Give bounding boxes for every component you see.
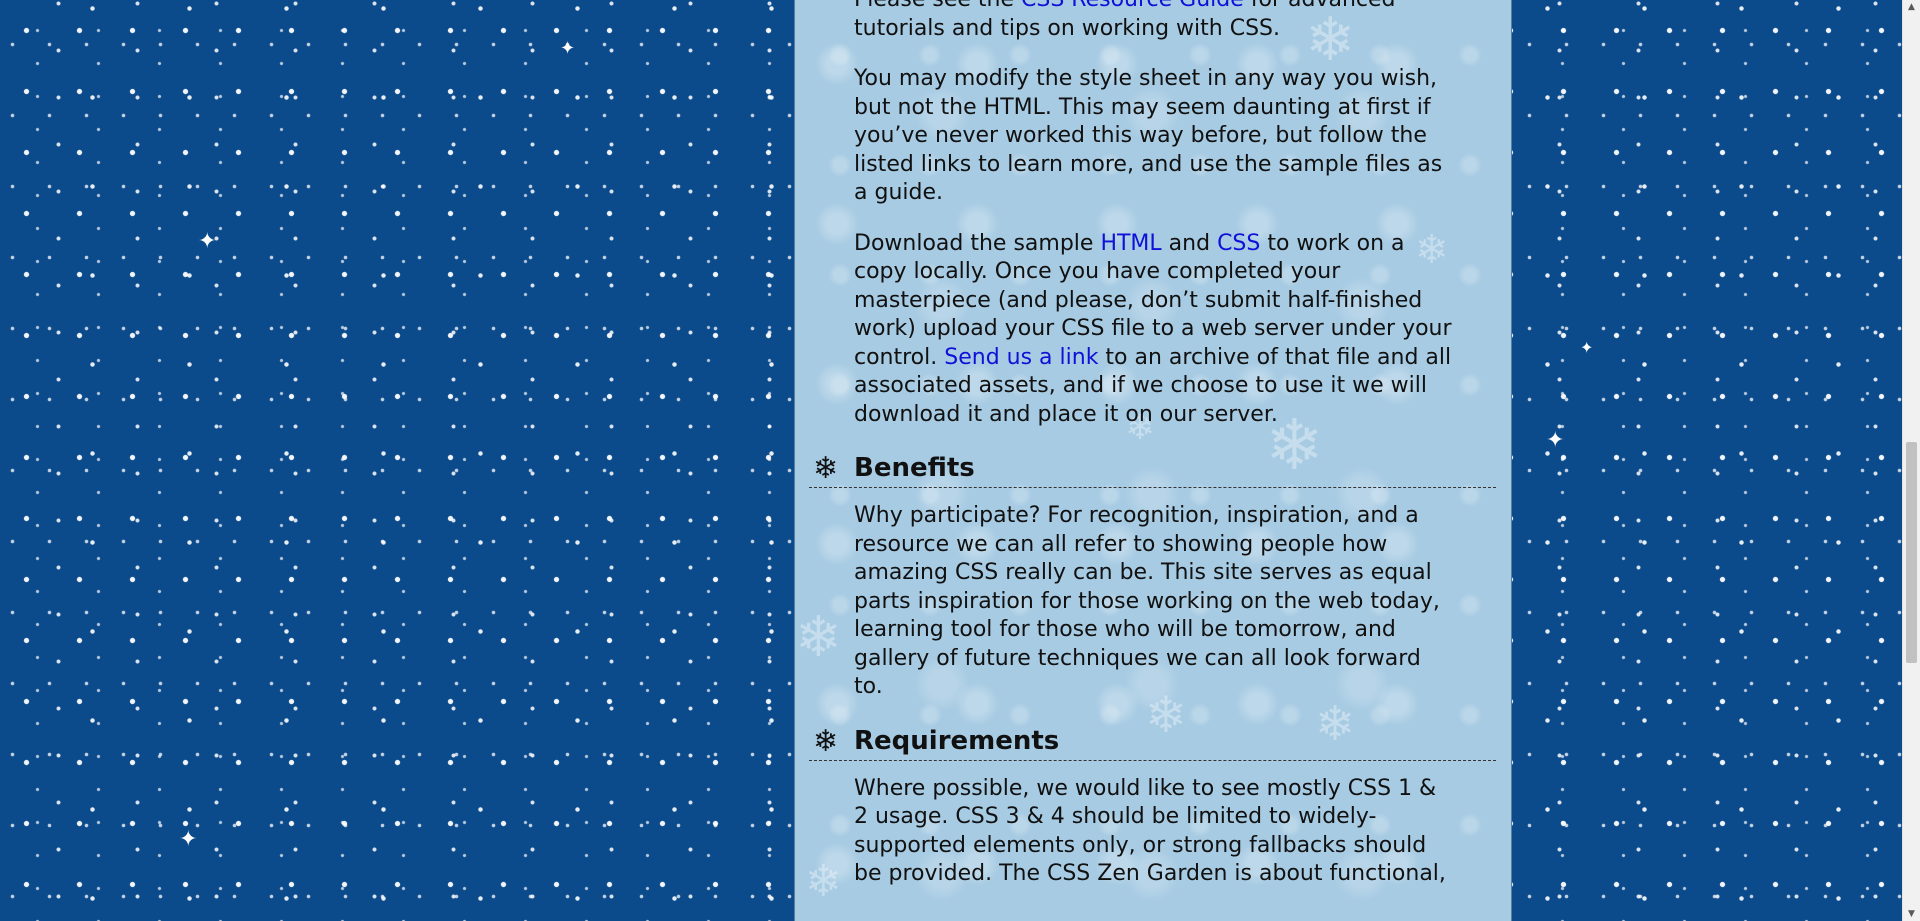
article-content: Please see the CSS Resource Guide for ad… xyxy=(809,0,1496,911)
scrollbar-thumb[interactable] xyxy=(1906,442,1917,663)
requirements-paragraph: Where possible, we would like to see mos… xyxy=(854,775,1446,887)
snowflake-sparkle-icon: ✦ xyxy=(1546,428,1565,453)
snowflake-sparkle-icon: ✦ xyxy=(198,229,217,254)
resource-paragraph: Please see the CSS Resource Guide for ad… xyxy=(854,0,1454,43)
snowflake-sparkle-icon: ✦ xyxy=(1580,338,1594,357)
download-text-2: and xyxy=(1161,230,1218,256)
benefits-heading: ❄ Benefits xyxy=(809,451,1496,488)
vertical-scrollbar[interactable]: ▲ ▼ xyxy=(1902,0,1920,921)
snowflake-icon: ❄ xyxy=(813,723,839,759)
snowflake-decoration-icon: ❄ xyxy=(805,856,842,907)
benefits-paragraph: Why participate? For recognition, inspir… xyxy=(854,503,1440,699)
modify-paragraph: You may modify the style sheet in any wa… xyxy=(854,66,1443,205)
sample-css-link[interactable]: CSS xyxy=(1217,231,1260,256)
requirements-heading: ❄ Requirements xyxy=(809,724,1496,761)
main-content-column: ❄ ❄ ❄ ❄ ❄ ❄ ❄ ❄ Please see the CSS Resou… xyxy=(794,0,1512,921)
benefits-heading-text: Benefits xyxy=(854,453,975,483)
snowflake-decoration-icon: ❄ xyxy=(795,605,842,670)
download-paragraph: Download the sample HTML and CSS to work… xyxy=(854,230,1454,430)
css-resource-guide-link[interactable]: CSS Resource Guide xyxy=(1021,0,1244,12)
send-us-a-link[interactable]: Send us a link xyxy=(944,345,1098,370)
requirements-heading-text: Requirements xyxy=(854,725,1060,756)
snowflake-sparkle-icon: ✦ xyxy=(560,38,576,59)
scroll-down-arrow-icon[interactable]: ▼ xyxy=(1903,907,1920,921)
scroll-up-arrow-icon[interactable]: ▲ xyxy=(1903,0,1920,14)
resource-text-before: Please see the xyxy=(854,0,1021,12)
snowflake-sparkle-icon: ✦ xyxy=(179,827,198,852)
sample-html-link[interactable]: HTML xyxy=(1100,231,1161,256)
download-text-1: Download the sample xyxy=(854,230,1101,256)
snowflake-icon: ❄ xyxy=(813,451,839,486)
page-background: { "page": { "background_color": "#0b4a8b… xyxy=(0,0,1920,921)
